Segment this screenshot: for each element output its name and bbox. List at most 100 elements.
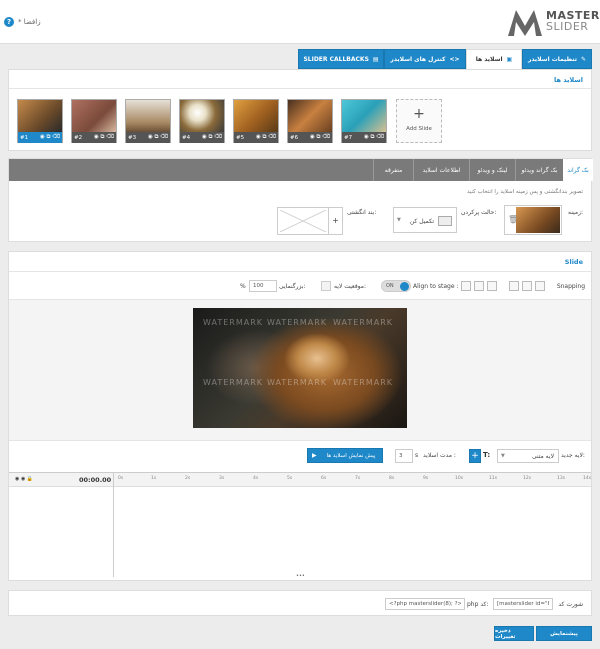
timeline-tick: 6s	[321, 476, 327, 481]
resize-handle[interactable]: •••	[296, 573, 305, 579]
slides-title: اسلاید ها	[554, 76, 583, 84]
preview-button[interactable]: پیشنمایش	[536, 626, 592, 641]
zoom-input[interactable]	[249, 280, 277, 292]
slide-thumb-1[interactable]: #1 ◉ ⧉ ⌫	[17, 99, 63, 143]
timeline-tick: 14s	[583, 476, 592, 481]
toggle-knob	[400, 282, 409, 291]
tab-link-video[interactable]: لینک و ویدئو	[469, 159, 515, 181]
editor-toolbar: Snapping Align to stage : ON موقعیت لایه…	[9, 274, 591, 300]
snap-bottom-button[interactable]	[509, 281, 519, 291]
slide-thumb-5[interactable]: #5 ◉ ⧉ ⌫	[233, 99, 279, 143]
tab-slider-settings[interactable]: تنظیمات اسلایدر ✎	[522, 49, 592, 69]
shortcode-panel: شورت کد php کد:	[8, 590, 592, 616]
align-left-button[interactable]	[461, 281, 471, 291]
slide-actions-icon[interactable]: ◉ ⧉ ⌫	[364, 134, 384, 141]
slide-thumb-4[interactable]: #4 ◉ ⧉ ⌫	[179, 99, 225, 143]
slide-actions-icon[interactable]: ◉ ⧉ ⌫	[40, 134, 60, 141]
add-layer-button[interactable]: +	[469, 449, 481, 463]
timeline-ruler: ◉ ◉ 🔒 00:00.00 0s 1s 2s 3s 4s 5s 6s 7s 8…	[9, 473, 592, 577]
slide-number: #4	[182, 134, 191, 141]
tab-slides[interactable]: اسلاید ها ▣	[466, 49, 522, 69]
watermark-text: WATERMARK	[203, 378, 264, 387]
slide-actions-icon[interactable]: ◉ ⧉ ⌫	[202, 134, 222, 141]
shortcode-input[interactable]	[493, 598, 553, 610]
slide-settings-panel: بک گراند بک گراند ویدئو لینک و ویدئو اطل…	[8, 158, 593, 242]
thumbnail-picker[interactable]: +	[277, 207, 343, 235]
timeline-tick: 11s	[489, 476, 498, 481]
slide-thumb-2[interactable]: #2 ◉ ⧉ ⌫	[71, 99, 117, 143]
tab-slide-info[interactable]: اطلاعات اسلاید	[413, 159, 469, 181]
page-title: زافضا *	[18, 18, 41, 26]
fill-mode-label: حالت پرکردن:	[461, 209, 497, 216]
layer-type-select[interactable]: لایه متنی ▼	[497, 449, 559, 463]
slide-editor-header: Slide	[9, 252, 591, 272]
watermark-text: WATERMARK	[333, 318, 394, 327]
layer-controls: لایه جدید: لایه متنی ▼ T: + مدت اسلاید :…	[9, 440, 591, 472]
timeline-tick: 10s	[455, 476, 464, 481]
snap-middle-button[interactable]	[522, 281, 532, 291]
text-layer-icon: T:	[483, 451, 491, 459]
align-right-button[interactable]	[487, 281, 497, 291]
tab-misc[interactable]: متفرقه	[373, 159, 413, 181]
tab-slider-controls[interactable]: کنترل های اسلایدر <>	[384, 49, 466, 69]
thumbnail-label: بند انگشتی:	[347, 209, 377, 216]
save-button[interactable]: ذخیره تغییرات	[494, 626, 534, 641]
timeline-tick: 12s	[523, 476, 532, 481]
snap-top-button[interactable]	[535, 281, 545, 291]
slide-thumb-3[interactable]: #3 ◉ ⧉ ⌫	[125, 99, 171, 143]
timeline-divider	[113, 473, 114, 577]
timeline[interactable]: ◉ ◉ 🔒 00:00.00 0s 1s 2s 3s 4s 5s 6s 7s 8…	[9, 472, 592, 579]
duration-input[interactable]	[395, 449, 413, 463]
slide-stage[interactable]: WATERMARK WATERMARK WATERMARK WATERMARK …	[9, 300, 591, 440]
align-center-button[interactable]	[474, 281, 484, 291]
help-icon[interactable]: ?	[4, 17, 14, 27]
chevron-down-icon: ▼	[397, 217, 401, 223]
preview-label: پیش نمایش اسلاید ها	[326, 452, 376, 459]
add-thumbnail-icon[interactable]: +	[328, 208, 342, 234]
background-label: زمینه:	[568, 209, 583, 216]
header: ? زافضا * MASTER SLIDER	[0, 0, 600, 44]
preview-slides-button[interactable]: پیش نمایش اسلاید ها ▶	[307, 448, 383, 463]
watermark-text: WATERMARK	[267, 318, 328, 327]
timeline-tick: 0s	[118, 476, 124, 481]
new-layer-label: لایه جدید:	[561, 452, 585, 459]
layer-visibility-icon[interactable]: ◉ ◉ 🔒	[15, 476, 33, 482]
slide-actions-icon[interactable]: ◉ ⧉ ⌫	[148, 134, 168, 141]
add-slide-label: Add Slide	[406, 126, 432, 132]
slide-editor-title: Slide	[564, 258, 583, 266]
background-image-picker[interactable]: 🗑	[504, 205, 562, 235]
logo-line2: SLIDER	[546, 20, 589, 33]
plus-icon: +	[413, 106, 425, 122]
shortcode-label: شورت کد	[558, 601, 583, 608]
trash-icon[interactable]: 🗑	[508, 215, 518, 224]
add-slide-button[interactable]: + Add Slide	[396, 99, 442, 143]
tab-background[interactable]: بک گراند	[563, 159, 593, 181]
chevron-down-icon: ▼	[501, 453, 505, 459]
align-toggle[interactable]: ON	[381, 280, 411, 292]
tab-video-background[interactable]: بک گراند ویدئو	[515, 159, 563, 181]
slide-actions-icon[interactable]: ◉ ⧉ ⌫	[310, 134, 330, 141]
watermark-text: WATERMARK	[267, 378, 328, 387]
slide-editor-panel: Slide Snapping Align to stage : ON موقعی…	[8, 251, 592, 581]
align-stage-label: Align to stage :	[413, 283, 459, 290]
tab-slider-callbacks[interactable]: SLIDER CALLBACKS ▤	[298, 49, 384, 69]
slide-actions-icon[interactable]: ◉ ⧉ ⌫	[256, 134, 276, 141]
empty-image-icon	[280, 210, 326, 232]
timeline-tick: 7s	[355, 476, 361, 481]
slide-image	[72, 100, 116, 132]
php-code-input[interactable]	[385, 598, 465, 610]
zoom-unit: %	[240, 283, 246, 290]
divider	[9, 88, 591, 89]
slide-thumb-6[interactable]: #6 ◉ ⧉ ⌫	[287, 99, 333, 143]
layer-position-box[interactable]	[321, 281, 331, 291]
duration-unit: s	[415, 452, 419, 459]
zoom-label: بزرگنمایی:	[279, 283, 306, 290]
layer-position-label: موقعیت لایه:	[334, 283, 367, 290]
slide-thumb-7[interactable]: #7 ◉ ⧉ ⌫	[341, 99, 387, 143]
duration-label: مدت اسلاید :	[423, 452, 456, 459]
slide-actions-icon[interactable]: ◉ ⧉ ⌫	[94, 134, 114, 141]
fill-mode-select[interactable]: تکمیل کن ▼	[393, 207, 457, 233]
settings-tabs: بک گراند بک گراند ویدئو لینک و ویدئو اطل…	[9, 159, 593, 181]
timeline-tick: 3s	[219, 476, 225, 481]
code-icon: <>	[449, 55, 460, 63]
